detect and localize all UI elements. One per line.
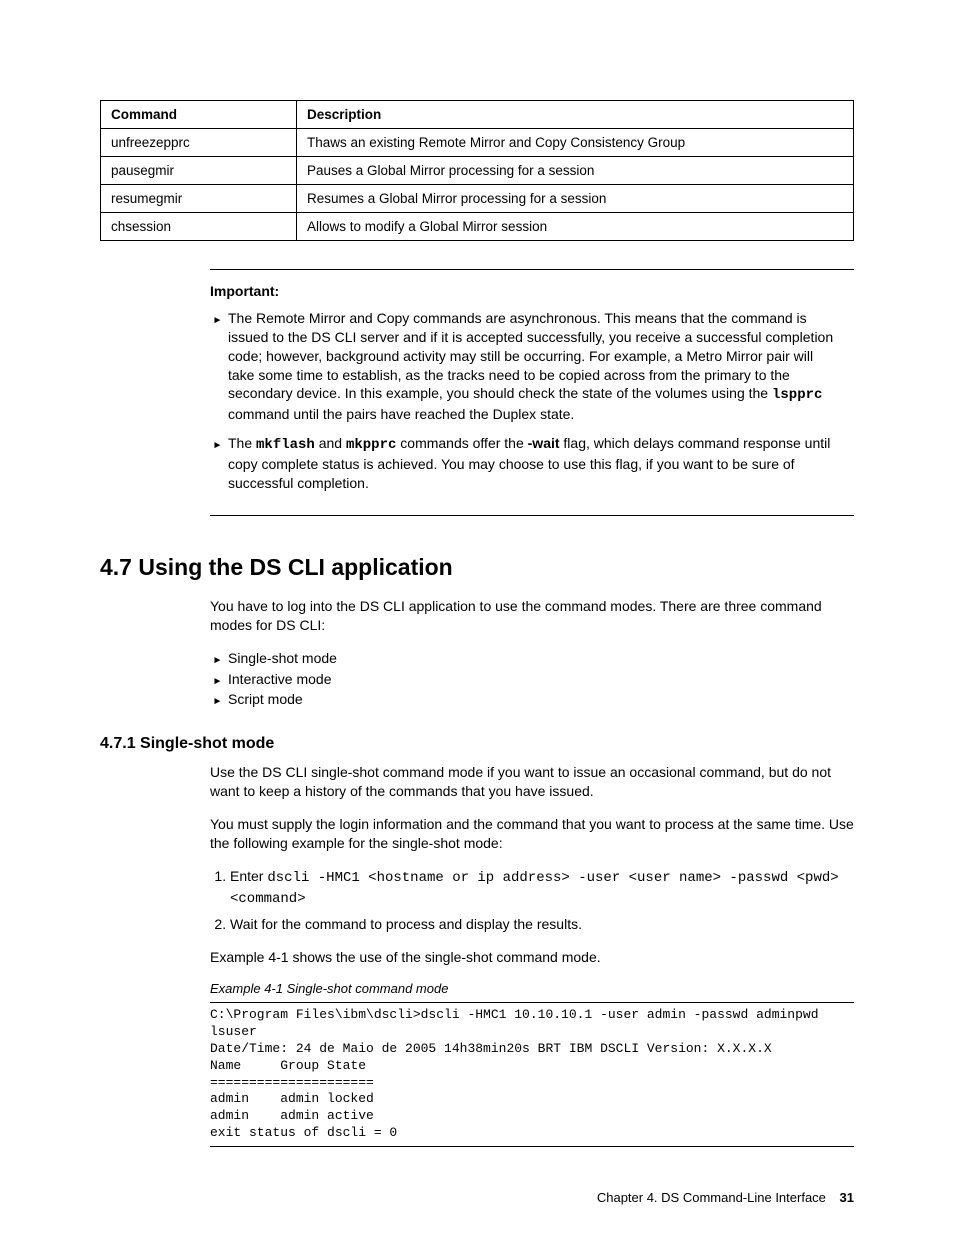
cell-command: pausegmir (101, 157, 297, 185)
table-row: unfreezepprc Thaws an existing Remote Mi… (101, 129, 854, 157)
step-item: Enter dscli -HMC1 <hostname or ip addres… (230, 867, 854, 909)
important-note: Important: The Remote Mirror and Copy co… (210, 269, 854, 516)
mode-item: Script mode (228, 690, 854, 709)
table-row: chsession Allows to modify a Global Mirr… (101, 213, 854, 241)
footer-chapter: Chapter 4. DS Command-Line Interface (597, 1190, 826, 1205)
note-text: commands offer the (396, 435, 527, 451)
table-header-row: Command Description (101, 101, 854, 129)
cell-description: Resumes a Global Mirror processing for a… (297, 185, 854, 213)
mode-item: Interactive mode (228, 670, 854, 689)
section-body: You have to log into the DS CLI applicat… (210, 597, 854, 709)
paragraph: Example 4-1 shows the use of the single-… (210, 948, 854, 967)
example-block: C:\Program Files\ibm\dscli>dscli -HMC1 1… (210, 1002, 854, 1147)
inline-command: lspprc (772, 387, 822, 403)
table-header-command: Command (101, 101, 297, 129)
example-code: C:\Program Files\ibm\dscli>dscli -HMC1 1… (210, 1007, 854, 1142)
note-item: The Remote Mirror and Copy commands are … (228, 309, 842, 424)
step-lead: Enter (230, 868, 267, 884)
inline-command: mkpprc (346, 437, 396, 453)
command-table: Command Description unfreezepprc Thaws a… (100, 100, 854, 241)
page-footer: Chapter 4. DS Command-Line Interface 31 (597, 1190, 854, 1205)
table-row: pausegmir Pauses a Global Mirror process… (101, 157, 854, 185)
note-text: and (315, 435, 346, 451)
section-intro: You have to log into the DS CLI applicat… (210, 597, 854, 635)
section-heading: 4.7 Using the DS CLI application (100, 554, 854, 581)
paragraph: Use the DS CLI single-shot command mode … (210, 763, 854, 801)
cell-command: chsession (101, 213, 297, 241)
page: Command Description unfreezepprc Thaws a… (0, 0, 954, 1235)
cell-description: Pauses a Global Mirror processing for a … (297, 157, 854, 185)
mode-list: Single-shot mode Interactive mode Script… (210, 649, 854, 710)
inline-flag: -wait (528, 435, 560, 451)
note-item: The mkflash and mkpprc commands offer th… (228, 434, 842, 493)
step-item: Wait for the command to process and disp… (230, 915, 854, 934)
cell-command: resumegmir (101, 185, 297, 213)
note-title: Important: (210, 282, 842, 301)
cell-description: Allows to modify a Global Mirror session (297, 213, 854, 241)
paragraph: You must supply the login information an… (210, 815, 854, 853)
note-text: The (228, 435, 256, 451)
example-caption: Example 4-1 Single-shot command mode (210, 980, 854, 998)
footer-page-number: 31 (840, 1190, 854, 1205)
cell-description: Thaws an existing Remote Mirror and Copy… (297, 129, 854, 157)
mode-item: Single-shot mode (228, 649, 854, 668)
subsection-heading: 4.7.1 Single-shot mode (100, 735, 854, 753)
table-row: resumegmir Resumes a Global Mirror proce… (101, 185, 854, 213)
subsection-body: Use the DS CLI single-shot command mode … (210, 763, 854, 1147)
table-header-description: Description (297, 101, 854, 129)
note-text: command until the pairs have reached the… (228, 406, 574, 422)
step-command: dscli -HMC1 <hostname or ip address> -us… (230, 870, 839, 907)
steps-list: Enter dscli -HMC1 <hostname or ip addres… (210, 867, 854, 934)
inline-command: mkflash (256, 437, 315, 453)
cell-command: unfreezepprc (101, 129, 297, 157)
note-text: The Remote Mirror and Copy commands are … (228, 310, 833, 402)
